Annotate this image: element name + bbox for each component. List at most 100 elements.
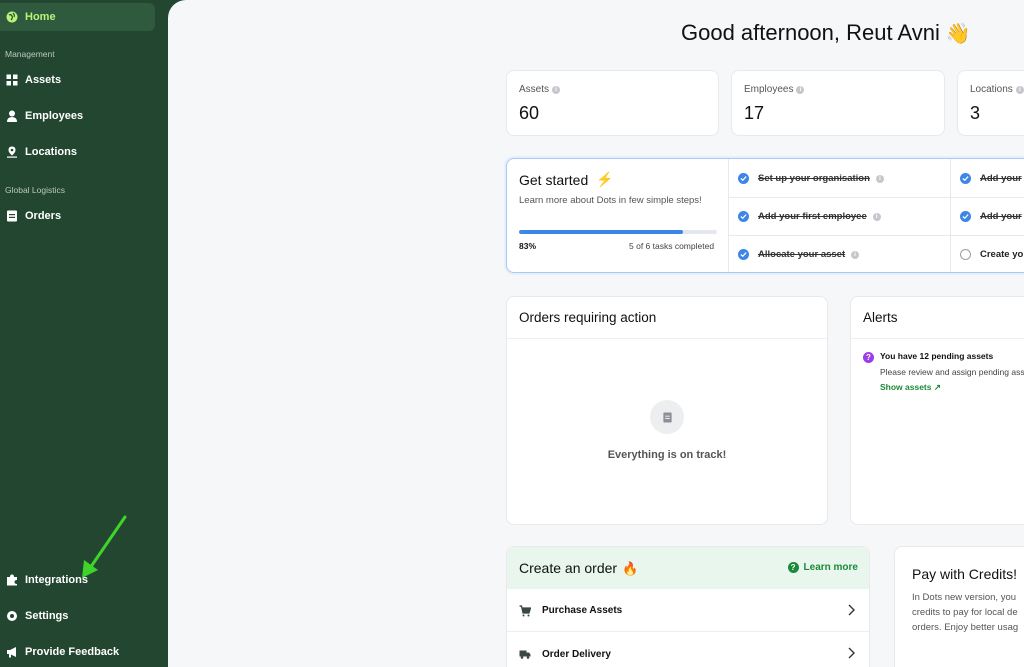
pay-credits-line: credits to pay for local de bbox=[912, 607, 1018, 618]
sidebar-item-integrations[interactable]: Integrations bbox=[0, 566, 155, 594]
sidebar-item-locations[interactable]: Locations bbox=[0, 138, 155, 166]
alert-title: You have 12 pending assets bbox=[880, 351, 994, 361]
learn-more-link[interactable]: ? Learn more bbox=[787, 562, 858, 573]
get-started-subtitle: Learn more about Dots in few simple step… bbox=[519, 195, 702, 206]
chevron-right-icon bbox=[848, 647, 855, 659]
panel-title: Orders requiring action bbox=[519, 310, 657, 325]
sidebar-item-label: Orders bbox=[25, 210, 62, 222]
wave-icon: 👋 bbox=[945, 23, 971, 45]
info-icon[interactable]: i bbox=[872, 212, 881, 221]
checkmark-icon bbox=[738, 249, 749, 260]
gear-icon bbox=[5, 610, 18, 623]
puzzle-icon bbox=[5, 574, 18, 587]
task-item[interactable]: Add your bbox=[960, 173, 1022, 184]
stat-label: Assets i bbox=[519, 84, 561, 95]
task-item[interactable]: Allocate your asset i bbox=[738, 249, 860, 260]
document-icon bbox=[5, 210, 18, 223]
sidebar-item-employees[interactable]: Employees bbox=[0, 102, 155, 130]
stat-card-locations[interactable]: Locations i 3 bbox=[957, 70, 1024, 136]
info-icon[interactable]: i bbox=[851, 250, 860, 259]
document-icon bbox=[650, 400, 684, 434]
sidebar: Home Management Assets Employees Locatio… bbox=[0, 0, 168, 667]
sidebar-item-settings[interactable]: Settings bbox=[0, 602, 155, 630]
divider bbox=[507, 338, 827, 339]
megaphone-icon bbox=[5, 646, 18, 659]
get-started-title-text: Get started bbox=[519, 171, 589, 188]
checkmark-icon bbox=[960, 173, 971, 184]
stat-card-employees[interactable]: Employees i 17 bbox=[731, 70, 945, 136]
task-label: Create yo bbox=[980, 249, 1024, 260]
pay-credits-line: orders. Enjoy better usag bbox=[912, 622, 1019, 633]
pay-credits-line: In Dots new version, you bbox=[912, 592, 1017, 603]
truck-icon bbox=[519, 648, 531, 660]
create-order-title: Create an order 🔥 bbox=[519, 560, 638, 577]
sidebar-item-label: Provide Feedback bbox=[25, 646, 120, 658]
chevron-right-icon bbox=[848, 604, 855, 616]
divider bbox=[728, 197, 1024, 198]
info-icon[interactable]: i bbox=[552, 85, 561, 94]
sidebar-item-label: Settings bbox=[25, 610, 69, 622]
grid-icon bbox=[5, 74, 18, 87]
stat-label-text: Assets bbox=[519, 84, 550, 95]
task-label: Add your bbox=[980, 173, 1022, 184]
alerts-panel: Alerts ? You have 12 pending assets Plea… bbox=[850, 296, 1024, 525]
stat-label: Locations i bbox=[970, 84, 1024, 95]
divider bbox=[950, 159, 951, 272]
task-label: Add your bbox=[980, 211, 1022, 222]
checkmark-icon bbox=[738, 173, 749, 184]
info-icon[interactable]: i bbox=[1015, 85, 1024, 94]
show-assets-link[interactable]: Show assets ↗ bbox=[880, 382, 941, 393]
main-content: Good afternoon, Reut Avni 👋 Assets i 60 Em… bbox=[168, 0, 1024, 667]
globe-icon bbox=[5, 11, 18, 24]
sidebar-item-assets[interactable]: Assets bbox=[0, 66, 155, 94]
row-label: Order Delivery bbox=[542, 648, 611, 660]
get-started-title: Get started ⚡ bbox=[519, 171, 614, 188]
question-icon: ? bbox=[787, 562, 799, 573]
task-label: Set up your organisation bbox=[758, 173, 870, 184]
person-icon bbox=[5, 110, 18, 123]
empty-circle-icon bbox=[960, 249, 971, 260]
section-label-management: Management bbox=[5, 49, 55, 59]
location-pin-icon bbox=[5, 146, 18, 159]
sidebar-item-orders[interactable]: Orders bbox=[0, 202, 155, 230]
info-icon[interactable]: i bbox=[875, 174, 884, 183]
progress-bar bbox=[519, 230, 717, 234]
divider bbox=[728, 159, 729, 272]
section-label-logistics: Global Logistics bbox=[5, 185, 66, 195]
stat-label-text: Locations bbox=[970, 84, 1013, 95]
task-item[interactable]: Add your first employee i bbox=[738, 211, 881, 222]
sidebar-item-label: Assets bbox=[25, 74, 62, 86]
stat-value: 17 bbox=[744, 103, 765, 123]
cart-icon bbox=[519, 604, 531, 617]
orders-panel: Orders requiring action Everything is on… bbox=[506, 296, 828, 525]
get-started-card: Get started ⚡ Learn more about Dots in fe… bbox=[506, 158, 1024, 273]
progress-tasks-label: 5 of 6 tasks completed bbox=[629, 241, 715, 251]
question-icon: ? bbox=[863, 352, 874, 363]
checkmark-icon bbox=[960, 211, 971, 222]
stat-label: Employees i bbox=[744, 84, 805, 95]
sidebar-item-label: Employees bbox=[25, 110, 84, 122]
fire-icon: 🔥 bbox=[622, 561, 639, 576]
progress-percent: 83% bbox=[519, 241, 537, 251]
stat-value: 60 bbox=[519, 103, 540, 123]
pay-credits-title: Pay with Credits! bbox=[912, 566, 1018, 582]
stat-card-assets[interactable]: Assets i 60 bbox=[506, 70, 719, 136]
sidebar-item-label: Locations bbox=[25, 146, 77, 158]
divider bbox=[851, 338, 1024, 339]
sidebar-item-home[interactable]: Home bbox=[0, 3, 155, 31]
stat-label-text: Employees bbox=[744, 84, 794, 95]
sidebar-item-label: Home bbox=[25, 11, 56, 23]
pay-credits-text: In Dots new version, you credits to pay … bbox=[912, 590, 1024, 635]
task-item[interactable]: Create yo bbox=[960, 249, 1023, 260]
sidebar-item-feedback[interactable]: Provide Feedback bbox=[0, 638, 155, 666]
task-item[interactable]: Set up your organisation i bbox=[738, 173, 884, 184]
stat-value: 3 bbox=[970, 103, 981, 123]
panel-title: Alerts bbox=[863, 310, 898, 325]
info-icon[interactable]: i bbox=[796, 85, 805, 94]
order-delivery-row[interactable]: Order Delivery bbox=[507, 633, 869, 667]
sidebar-item-label: Integrations bbox=[25, 574, 88, 586]
purchase-assets-row[interactable]: Purchase Assets bbox=[507, 590, 869, 632]
pay-credits-card: Pay with Credits! In Dots new version, y… bbox=[894, 546, 1024, 667]
task-item[interactable]: Add your bbox=[960, 211, 1022, 222]
create-order-card: Create an order 🔥 ? Learn more Purchase As… bbox=[506, 546, 870, 667]
